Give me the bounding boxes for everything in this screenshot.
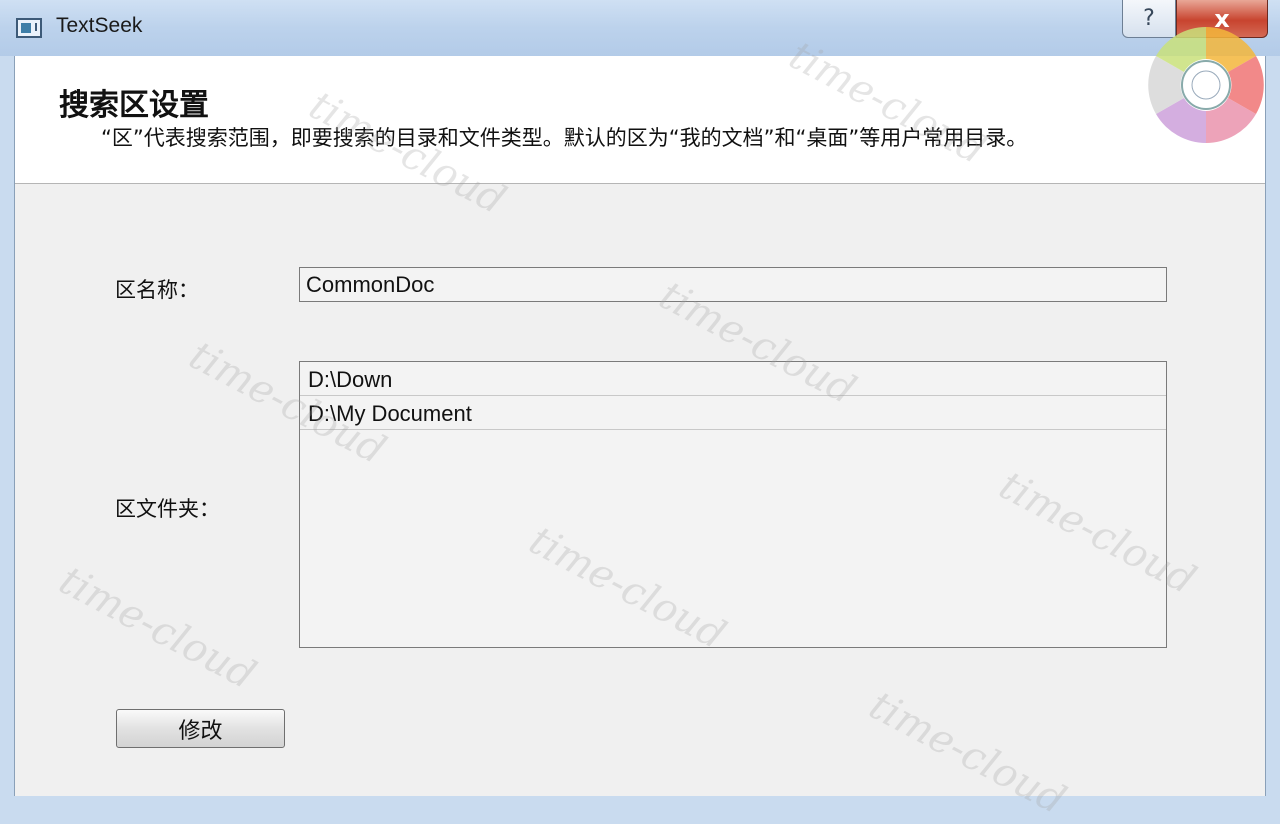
page-description: “区”代表搜索范围，即要搜索的目录和文件类型。默认的区为“我的文档”和“桌面”等… xyxy=(101,126,1028,150)
title-bar: TextSeek ? x xyxy=(0,0,1280,56)
page-title: 搜索区设置 xyxy=(59,88,209,123)
folder-list-item[interactable]: D:\My Document xyxy=(300,396,1166,430)
zone-folders-list[interactable]: D:\Down D:\My Document xyxy=(299,361,1167,648)
folder-list-item[interactable]: D:\Down xyxy=(300,362,1166,396)
color-wheel-logo-icon xyxy=(1148,27,1264,143)
header-panel: 搜索区设置 “区”代表搜索范围，即要搜索的目录和文件类型。默认的区为“我的文档”… xyxy=(15,27,1265,184)
zone-folders-label: 区文件夹： xyxy=(115,497,220,521)
dialog-client-area: 搜索区设置 “区”代表搜索范围，即要搜索的目录和文件类型。默认的区为“我的文档”… xyxy=(14,27,1266,796)
app-icon xyxy=(16,18,42,38)
modify-button[interactable]: 修改 xyxy=(116,709,285,748)
zone-name-label: 区名称： xyxy=(115,278,199,302)
window-title: TextSeek xyxy=(56,14,143,37)
zone-name-input[interactable] xyxy=(299,267,1167,302)
